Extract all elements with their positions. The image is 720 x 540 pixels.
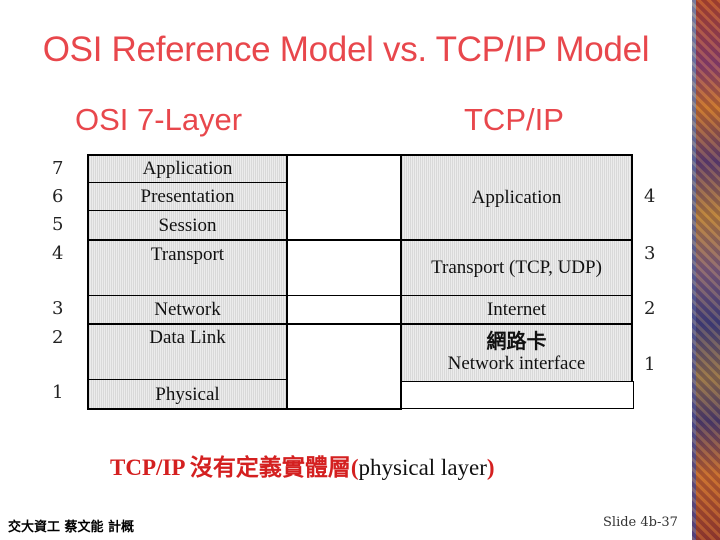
layer-label: Application [471, 186, 562, 208]
layer-label: Transport [150, 244, 225, 265]
tcp-left-border [400, 154, 402, 410]
table-bottom-line [87, 408, 402, 410]
osi-right-border [286, 154, 288, 410]
tcp-layer-number: 3 [644, 243, 656, 264]
tcp-layer-network-interface: 網路卡 Network interface [401, 324, 632, 381]
osi-layer-number: 4 [52, 243, 64, 264]
tcp-layer-transport: Transport (TCP, UDP) [401, 240, 632, 296]
tcp-undefined-physical-slot [401, 381, 634, 409]
layer-label: Network [154, 299, 221, 321]
osi-layer-number: 5 [52, 214, 64, 235]
layer-label: Network interface [447, 353, 586, 375]
tcp-right-border [631, 154, 633, 381]
tcp-layer-application: Application [401, 155, 632, 240]
layer-label: Presentation [140, 186, 235, 208]
layer-label: Application [142, 158, 233, 180]
osi-heading: OSI 7-Layer [75, 102, 243, 137]
layer-label: Data Link [149, 327, 226, 348]
row-divider [87, 323, 633, 325]
layer-label-cjk: 網路卡 [486, 329, 547, 354]
row-divider [87, 379, 287, 380]
middle-gap-column [287, 155, 401, 409]
osi-layer-data-link: Data Link [88, 324, 287, 380]
row-divider [87, 239, 633, 241]
slide-number: Slide 4b-37 [603, 515, 678, 530]
footer-author: 交大資工 蔡文能 計概 [8, 520, 135, 535]
layer-label: Physical [155, 383, 220, 405]
osi-layer-number: 1 [52, 382, 64, 403]
note-black-text: physical layer [358, 455, 487, 480]
tcp-layer-number: 4 [644, 186, 656, 207]
osi-layer-session: Session [88, 211, 287, 240]
osi-layer-number: 2 [52, 327, 64, 348]
osi-layer-application: Application [88, 155, 287, 183]
row-divider [87, 210, 287, 211]
layer-label: Internet [486, 299, 547, 321]
row-divider [87, 295, 633, 296]
note-red-suffix: ) [486, 455, 495, 480]
tcp-heading: TCP/IP [464, 102, 564, 137]
decorative-side-strip [692, 0, 720, 540]
tcp-layer-number: 1 [644, 354, 656, 375]
osi-layer-network: Network [88, 296, 287, 324]
layer-label: Session [158, 214, 217, 236]
layer-label: Transport (TCP, UDP) [431, 257, 602, 279]
tcp-layer-number: 2 [644, 298, 656, 319]
slide-title: OSI Reference Model vs. TCP/IP Model [42, 30, 650, 69]
row-divider [87, 182, 287, 183]
note-red-text: TCP/IP 沒有定義實體層( [110, 455, 359, 480]
osi-layer-transport: Transport [88, 240, 287, 296]
osi-layer-physical: Physical [88, 380, 287, 409]
osi-layer-presentation: Presentation [88, 183, 287, 211]
osi-layer-number: 3 [52, 298, 64, 319]
tcp-layer-internet: Internet [401, 296, 632, 324]
osi-layer-number: 7 [52, 158, 64, 179]
osi-layer-number: 6 [52, 186, 64, 207]
physical-layer-note: TCP/IP 沒有定義實體層(physical layer) [110, 448, 495, 482]
